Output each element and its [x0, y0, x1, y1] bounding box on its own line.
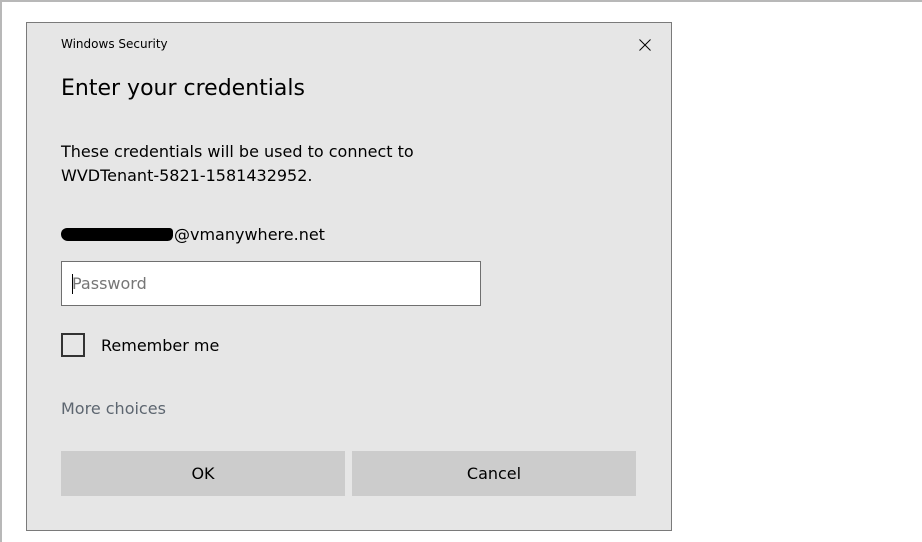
dialog-message: These credentials will be used to connec… — [61, 140, 414, 188]
account-name: @vmanywhere.net — [61, 223, 325, 245]
close-icon — [639, 39, 651, 51]
remember-me-checkbox-row[interactable]: Remember me — [61, 333, 219, 357]
text-caret — [72, 274, 73, 294]
remember-me-checkbox[interactable] — [61, 333, 85, 357]
password-input[interactable] — [61, 261, 481, 306]
more-choices-link[interactable]: More choices — [61, 399, 166, 418]
window-title: Windows Security — [61, 37, 168, 51]
redacted-username-mark — [61, 227, 173, 241]
remember-me-label: Remember me — [101, 335, 220, 355]
credentials-dialog: Windows Security Enter your credentials … — [26, 22, 672, 531]
message-line-1: These credentials will be used to connec… — [61, 142, 414, 161]
close-button[interactable] — [633, 33, 657, 57]
cancel-button[interactable]: Cancel — [352, 451, 636, 496]
account-domain: @vmanywhere.net — [174, 224, 325, 244]
dialog-heading: Enter your credentials — [61, 76, 305, 101]
ok-button[interactable]: OK — [61, 451, 345, 496]
message-line-2: WVDTenant-5821-1581432952. — [61, 166, 313, 185]
